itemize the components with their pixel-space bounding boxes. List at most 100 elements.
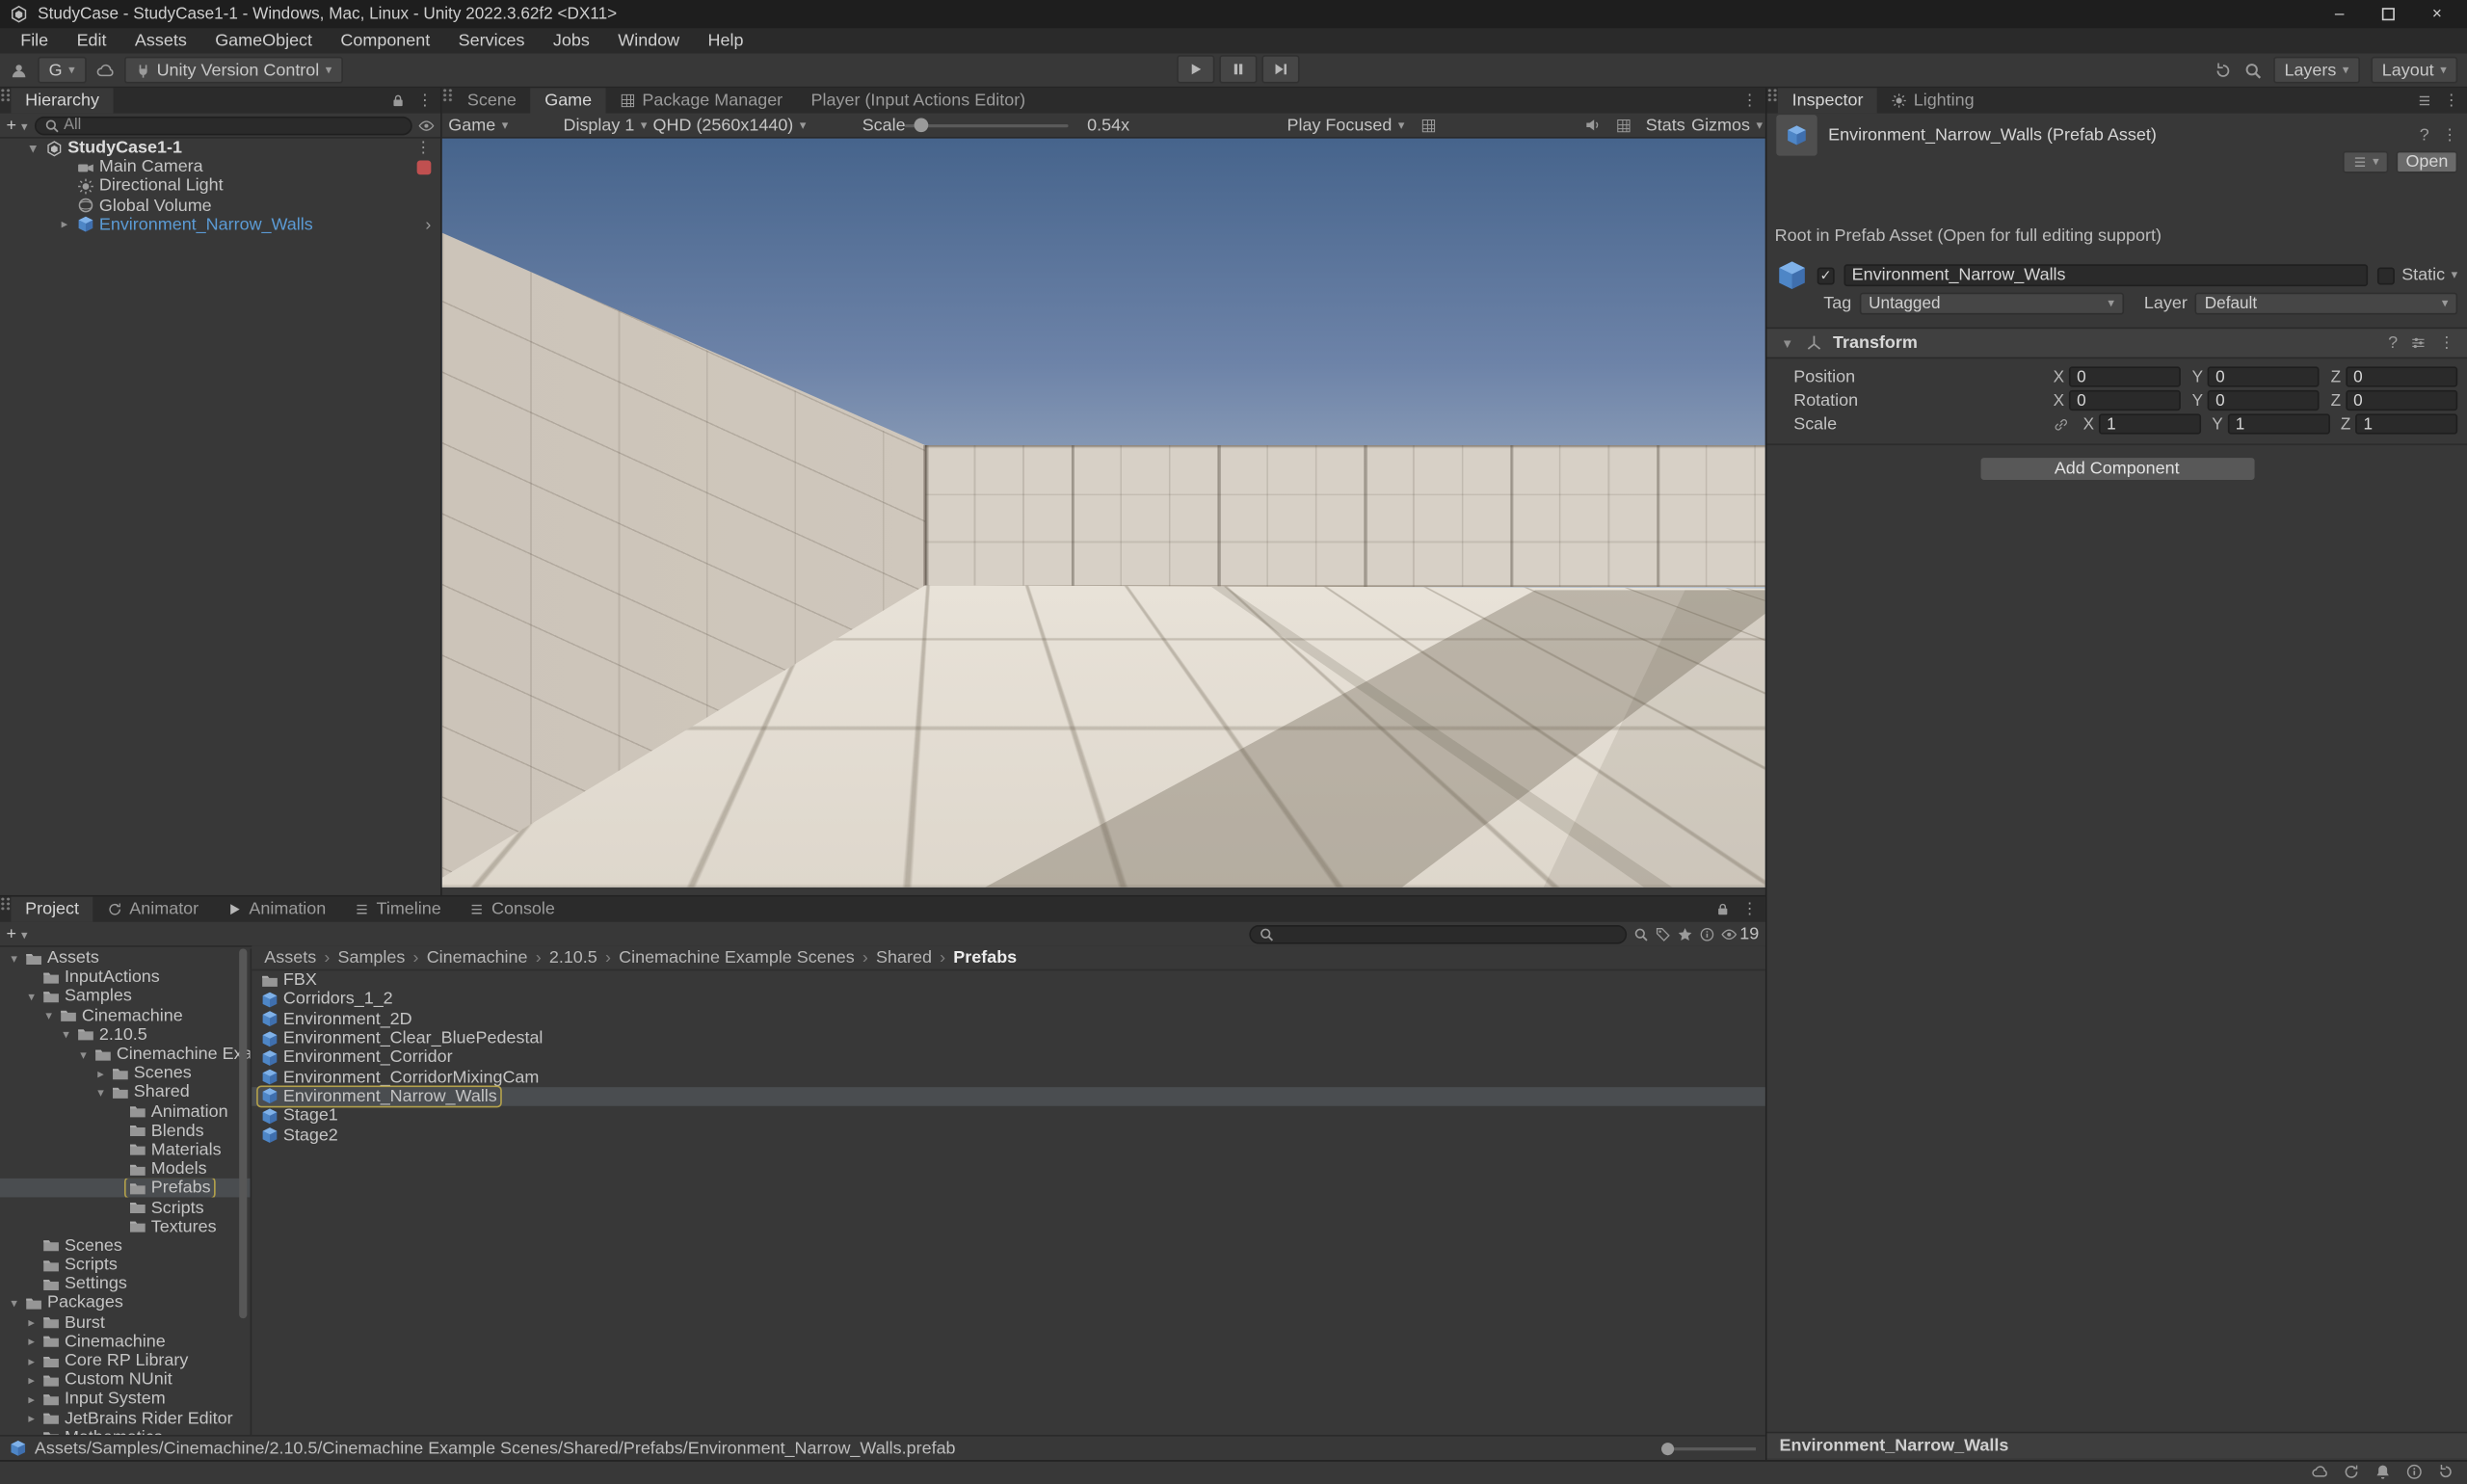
project-tree-item[interactable]: ▸Mathematics — [0, 1428, 251, 1435]
step-button[interactable] — [1261, 55, 1299, 83]
menu-help[interactable]: Help — [694, 32, 757, 51]
save-search-icon[interactable] — [1677, 926, 1692, 941]
layers-dropdown[interactable]: Layers ▾ — [2273, 57, 2360, 84]
breadcrumb-item[interactable]: Cinemachine — [427, 948, 528, 967]
project-tree-item[interactable]: ▸Burst — [0, 1313, 251, 1333]
project-tree-item[interactable]: ▾Samples — [0, 987, 251, 1006]
project-tree-item[interactable]: ▾Shared — [0, 1083, 251, 1102]
active-checkbox[interactable]: ✓ — [1817, 267, 1835, 284]
foldout-arrow-icon[interactable]: ▸ — [23, 1315, 39, 1330]
panel-menu-icon[interactable]: ⋮ — [1741, 901, 1757, 918]
project-file-item[interactable]: Environment_CorridorMixingCam — [252, 1068, 1765, 1087]
tab-lighting[interactable]: Lighting — [1877, 88, 1988, 113]
breadcrumb-item[interactable]: Shared — [876, 948, 932, 967]
project-tree-item[interactable]: Animation — [0, 1102, 251, 1122]
create-add-button[interactable]: + ▾ — [7, 116, 28, 135]
info-icon[interactable] — [1699, 926, 1714, 941]
foldout-arrow-icon[interactable]: ▼ — [25, 141, 40, 155]
tag-dropdown[interactable]: Untagged▾ — [1859, 293, 2123, 315]
cloud-status-icon[interactable] — [2311, 1463, 2328, 1480]
help-icon[interactable]: ? — [2388, 333, 2398, 353]
info-status-icon[interactable] — [2405, 1463, 2423, 1480]
metrics-icon[interactable] — [1616, 114, 1631, 137]
scale-z-field[interactable]: 1 — [2355, 413, 2457, 434]
tab-grip[interactable] — [442, 88, 453, 102]
notifications-bell-icon[interactable] — [2374, 1463, 2392, 1480]
help-icon[interactable]: ? — [2420, 126, 2429, 146]
project-file-item[interactable]: Corridors_1_2 — [252, 990, 1765, 1009]
scale-y-field[interactable]: 1 — [2228, 413, 2330, 434]
position-z-field[interactable]: 0 — [2346, 366, 2457, 386]
menu-jobs[interactable]: Jobs — [539, 32, 603, 51]
tab-game[interactable]: Game — [531, 88, 606, 113]
project-tree-item[interactable]: Materials — [0, 1140, 251, 1159]
project-tree-item[interactable]: Scripts — [0, 1256, 251, 1275]
scale-slider[interactable] — [905, 114, 1069, 137]
hierarchy-scene-row[interactable]: ▼ StudyCase1-1 ⋮ — [0, 139, 440, 158]
tab-animator[interactable]: Animator — [93, 897, 213, 922]
version-control-dropdown[interactable]: Unity Version Control ▾ — [123, 57, 342, 84]
undo-history-icon[interactable] — [2214, 61, 2233, 80]
presets-icon[interactable] — [2410, 335, 2426, 351]
tab-project[interactable]: Project — [11, 897, 93, 922]
position-x-field[interactable]: 0 — [2069, 366, 2181, 386]
project-tree-item[interactable]: Scenes — [0, 1236, 251, 1256]
project-file-item[interactable]: Environment_2D — [252, 1009, 1765, 1028]
component-menu-icon[interactable]: ⋮ — [2439, 334, 2454, 352]
project-tree-item[interactable]: Prefabs — [0, 1179, 251, 1198]
tab-player-input-actions[interactable]: Player (Input Actions Editor) — [797, 88, 1040, 113]
gizmos-dropdown[interactable]: Gizmos▾ — [1691, 114, 1763, 137]
preview-header[interactable]: Environment_Narrow_Walls — [1766, 1432, 2467, 1459]
breadcrumb-item[interactable]: Cinemachine Example Scenes — [619, 948, 855, 967]
static-checkbox[interactable] — [2378, 267, 2396, 284]
project-tree-item[interactable]: ▾2.10.5 — [0, 1025, 251, 1045]
project-tree-item[interactable]: ▸Cinemachine — [0, 1332, 251, 1351]
tab-console[interactable]: Console — [455, 897, 569, 922]
rotation-x-field[interactable]: 0 — [2069, 390, 2181, 411]
gameobject-name-field[interactable]: Environment_Narrow_Walls — [1844, 264, 2368, 286]
stats-toggle[interactable]: Stats — [1646, 114, 1685, 137]
menu-file[interactable]: File — [7, 32, 63, 51]
game-mode-dropdown[interactable]: Game▾ — [448, 114, 508, 137]
project-tree-item[interactable]: Scripts — [0, 1198, 251, 1217]
project-tree-item[interactable]: ▾Cinemachine Example Scenes — [0, 1045, 251, 1064]
icon-size-slider[interactable] — [1661, 1446, 1756, 1449]
project-tree-item[interactable]: Models — [0, 1159, 251, 1179]
foldout-arrow-icon[interactable]: ▸ — [23, 1354, 39, 1368]
menu-gameobject[interactable]: GameObject — [201, 32, 327, 51]
search-by-type-icon[interactable] — [1632, 926, 1648, 941]
static-toggle[interactable]: Static ▾ — [2378, 266, 2457, 285]
lock-icon[interactable] — [390, 93, 406, 108]
tab-grip[interactable] — [1766, 88, 1777, 102]
rotation-z-field[interactable]: 0 — [2346, 390, 2457, 411]
minimize-button[interactable]: – — [2335, 5, 2345, 24]
resolution-dropdown[interactable]: QHD (2560x1440)▾ — [653, 114, 807, 137]
transform-component-header[interactable]: ▼ Transform ? ⋮ — [1766, 328, 2467, 359]
progress-spinner-icon[interactable] — [2437, 1463, 2454, 1480]
tab-grip[interactable] — [0, 897, 11, 912]
foldout-arrow-icon[interactable]: ▸ — [23, 1412, 39, 1426]
project-tree-item[interactable]: ▸JetBrains Rider Editor — [0, 1409, 251, 1428]
refresh-status-icon[interactable] — [2343, 1463, 2360, 1480]
project-tree-item[interactable]: ▾Cinemachine — [0, 1006, 251, 1025]
foldout-arrow-icon[interactable]: ▼ — [1780, 336, 1795, 351]
foldout-arrow-icon[interactable]: ▾ — [58, 1028, 73, 1043]
add-component-button[interactable]: Add Component — [1978, 456, 2255, 481]
project-file-item[interactable]: Environment_Corridor — [252, 1048, 1765, 1068]
project-file-item[interactable]: Environment_Clear_BluePedestal — [252, 1029, 1765, 1048]
project-file-item[interactable]: Stage2 — [252, 1126, 1765, 1145]
foldout-arrow-icon[interactable]: ▸ — [23, 1392, 39, 1407]
panel-menu-icon[interactable]: ⋮ — [1741, 93, 1757, 110]
create-add-button[interactable]: + ▾ — [7, 924, 28, 943]
uniform-scale-link-icon[interactable] — [2054, 416, 2069, 432]
breadcrumb-item-current[interactable]: Prefabs — [953, 948, 1017, 967]
lock-icon[interactable] — [1715, 902, 1731, 917]
tab-grip[interactable] — [0, 88, 11, 102]
project-tree-item[interactable]: ▾Packages — [0, 1294, 251, 1313]
cloud-icon[interactable] — [95, 61, 115, 80]
play-button[interactable] — [1177, 55, 1214, 83]
maximize-button[interactable] — [2382, 8, 2395, 20]
slider-knob[interactable] — [915, 118, 929, 132]
foldout-arrow-icon[interactable]: ▾ — [23, 990, 39, 1004]
scale-x-field[interactable]: 1 — [2099, 413, 2201, 434]
